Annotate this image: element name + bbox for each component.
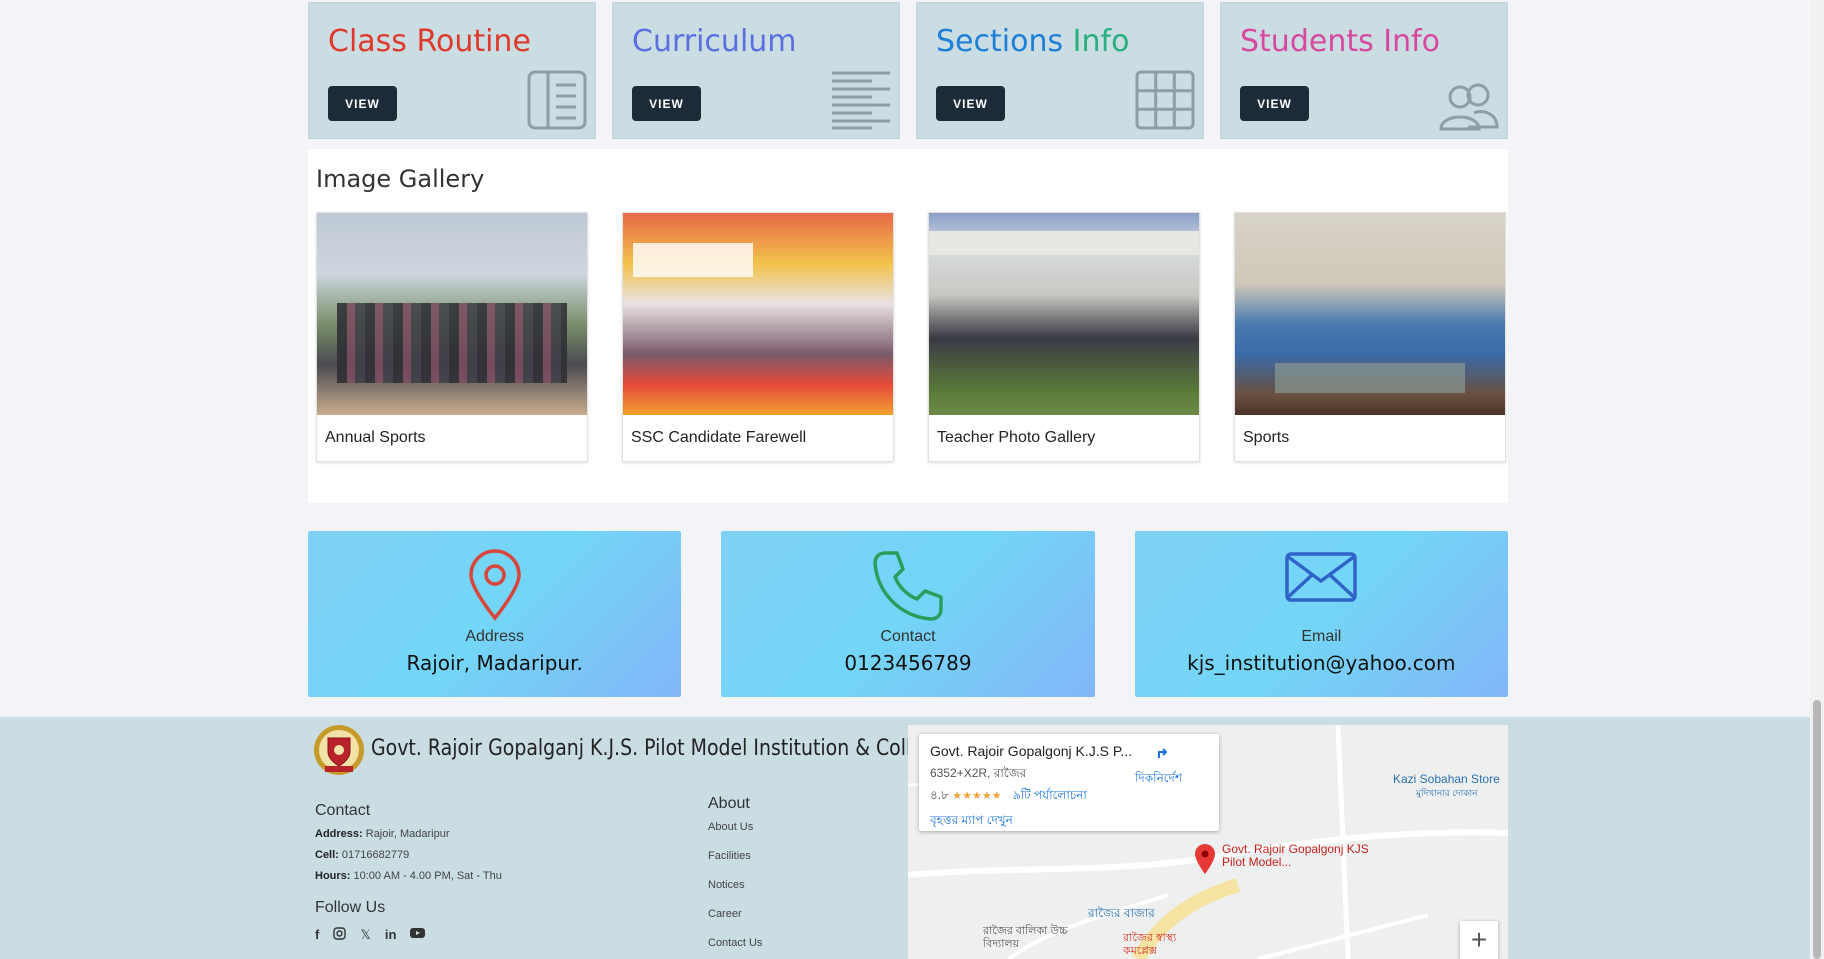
gallery-photo-ssc-farewell[interactable] <box>623 213 893 415</box>
footer-about: About About Us Facilities Notices Career… <box>708 795 762 958</box>
linkedin-icon[interactable]: in <box>385 927 397 943</box>
gallery-photo-teachers[interactable] <box>929 213 1199 415</box>
rating-stars: ★★★★★ <box>952 790 1002 802</box>
gallery-items: Annual Sports SSC Candidate Farewell Tea… <box>316 212 1506 462</box>
tile-value[interactable]: kjs_institution@yahoo.com <box>1135 651 1508 675</box>
contact-us-link[interactable]: Contact Us <box>708 929 762 958</box>
cell-label: Cell: <box>315 849 339 861</box>
list-panel-icon <box>527 70 587 130</box>
gallery-caption: SSC Candidate Farewell <box>631 429 807 446</box>
rating-row: ৪.৮ ★★★★★ ৯টি পর্যালোচনা <box>930 787 1087 807</box>
envelope-icon <box>1285 552 1358 602</box>
site-footer: Govt. Rajoir Gopalganj K.J.S. Pilot Mode… <box>0 717 1824 959</box>
view-students-info-button[interactable]: VIEW <box>1240 86 1309 121</box>
institution-logo[interactable] <box>313 724 365 776</box>
gallery-caption: Teacher Photo Gallery <box>937 429 1096 446</box>
card-title: Class Routine <box>328 24 531 59</box>
cell-value: 01716682779 <box>338 849 410 861</box>
tile-label: Contact <box>880 628 936 645</box>
address-label: Address: <box>315 828 363 840</box>
google-map-embed[interactable]: Govt. Rajoir Gopalgonj K.J.S P... 6352+X… <box>908 725 1508 959</box>
card-title: Sections Info <box>936 24 1129 59</box>
image-gallery-section: Image Gallery Annual Sports SSC Candidat… <box>308 149 1508 503</box>
poi-health[interactable]: রাজৈর স্বাস্থ্য কমপ্লেক্স <box>1123 932 1193 958</box>
footer-about-heading: About <box>708 795 750 812</box>
address-value: Rajoir, Madaripur <box>362 828 450 840</box>
view-curriculum-button[interactable]: VIEW <box>632 86 701 121</box>
contact-tiles-row: Address Rajoir, Madaripur. Contact 01234… <box>308 531 1508 697</box>
gallery-photo-sports[interactable] <box>1235 213 1505 415</box>
hours-value: 10:00 AM - 4.00 PM, Sat - Thu <box>350 870 502 882</box>
poi-school[interactable]: রাজৈর বালিকা উচ্চ বিদ্যালয় <box>983 925 1073 951</box>
card-class-routine: Class Routine VIEW <box>308 2 596 139</box>
rating-value: ৪.৮ <box>930 788 949 802</box>
contact-tile: Contact 0123456789 <box>721 531 1095 697</box>
youtube-icon[interactable] <box>410 927 426 939</box>
card-sections-info: Sections Info VIEW <box>916 2 1204 139</box>
follow-us-heading: Follow Us <box>315 899 386 916</box>
tile-value[interactable]: 0123456789 <box>721 651 1094 675</box>
instagram-icon[interactable] <box>333 927 347 940</box>
gallery-item[interactable]: SSC Candidate Farewell <box>622 212 894 462</box>
tile-label: Email <box>1301 628 1342 645</box>
directions-link[interactable]: দিকনির্দেশ <box>1135 770 1182 790</box>
gallery-item[interactable]: Teacher Photo Gallery <box>928 212 1200 462</box>
scrollbar-thumb[interactable] <box>1813 700 1821 959</box>
place-title[interactable]: Govt. Rajoir Gopalgonj K.J.S P... <box>930 743 1132 759</box>
footer-contact-heading: Contact <box>315 802 371 819</box>
footer-hours: Hours: 10:00 AM - 4.00 PM, Sat - Thu <box>315 866 502 887</box>
social-links: f 𝕏 in <box>315 927 502 943</box>
text-lines-icon <box>832 71 890 130</box>
card-curriculum: Curriculum VIEW <box>612 2 900 139</box>
facebook-icon[interactable]: f <box>315 927 319 943</box>
footer-address: Address: Rajoir, Madaripur <box>315 824 502 845</box>
about-us-link[interactable]: About Us <box>708 813 762 842</box>
gallery-caption: Sports <box>1243 429 1290 446</box>
card-title: Students Info <box>1240 24 1441 59</box>
page-scrollbar[interactable] <box>1810 0 1824 959</box>
phone-icon <box>873 551 943 621</box>
footer-contact-details: Address: Rajoir, Madaripur Cell: 0171668… <box>315 824 502 887</box>
view-sections-info-button[interactable]: VIEW <box>936 86 1005 121</box>
career-link[interactable]: Career <box>708 900 762 929</box>
email-tile: Email kjs_institution@yahoo.com <box>1134 531 1508 697</box>
card-students-info: Students Info VIEW <box>1220 2 1508 139</box>
map-pin-icon <box>468 549 521 621</box>
card-title: Curriculum <box>632 24 797 59</box>
notices-link[interactable]: Notices <box>708 871 762 900</box>
facilities-link[interactable]: Facilities <box>708 842 762 871</box>
address-tile: Address Rajoir, Madaripur. <box>308 531 682 697</box>
directions-icon[interactable] <box>1152 742 1174 764</box>
footer-contact: Contact Address: Rajoir, Madaripur Cell:… <box>315 802 502 943</box>
larger-map-link[interactable]: বৃহত্তর ম্যাপ দেখুন <box>930 812 1013 832</box>
users-icon <box>1439 83 1499 131</box>
footer-cell: Cell: 01716682779 <box>315 845 502 866</box>
info-cards-row: Class Routine VIEW Curriculum VIEW Secti… <box>308 2 1508 139</box>
marker-label: Govt. Rajoir Gopalgonj KJS Pilot Model..… <box>1222 842 1369 869</box>
card-title-part: Info <box>1072 24 1130 59</box>
map-place-card: Govt. Rajoir Gopalgonj K.J.S P... 6352+X… <box>919 734 1219 831</box>
grid-table-icon <box>1135 70 1195 130</box>
gallery-heading: Image Gallery <box>316 165 485 193</box>
poi-store-sub: মুদিখানার দোকান <box>1416 788 1478 798</box>
location-marker-icon[interactable] <box>1194 843 1216 875</box>
view-class-routine-button[interactable]: VIEW <box>328 86 397 121</box>
hours-label: Hours: <box>315 870 351 882</box>
tile-label: Address <box>465 628 525 645</box>
zoom-in-button[interactable]: + <box>1460 921 1498 959</box>
tile-value: Rajoir, Madaripur. <box>406 651 583 675</box>
poi-bazar[interactable]: রাজৈর বাজার <box>1088 905 1155 925</box>
poi-store[interactable]: Kazi Sobahan Store <box>1393 772 1500 786</box>
card-title-part: Sections <box>936 24 1073 59</box>
institution-name: Govt. Rajoir Gopalganj K.J.S. Pilot Mode… <box>371 736 947 761</box>
about-links: About Us Facilities Notices Career Conta… <box>708 813 762 958</box>
x-icon[interactable]: 𝕏 <box>360 927 370 943</box>
gallery-item[interactable]: Annual Sports <box>316 212 588 462</box>
gallery-photo-annual-sports[interactable] <box>317 213 587 415</box>
plus-code: 6352+X2R, রাজৈর <box>930 766 1027 780</box>
reviews-link[interactable]: ৯টি পর্যালোচনা <box>1013 788 1087 802</box>
gallery-item[interactable]: Sports <box>1234 212 1506 462</box>
gallery-caption: Annual Sports <box>325 429 426 446</box>
